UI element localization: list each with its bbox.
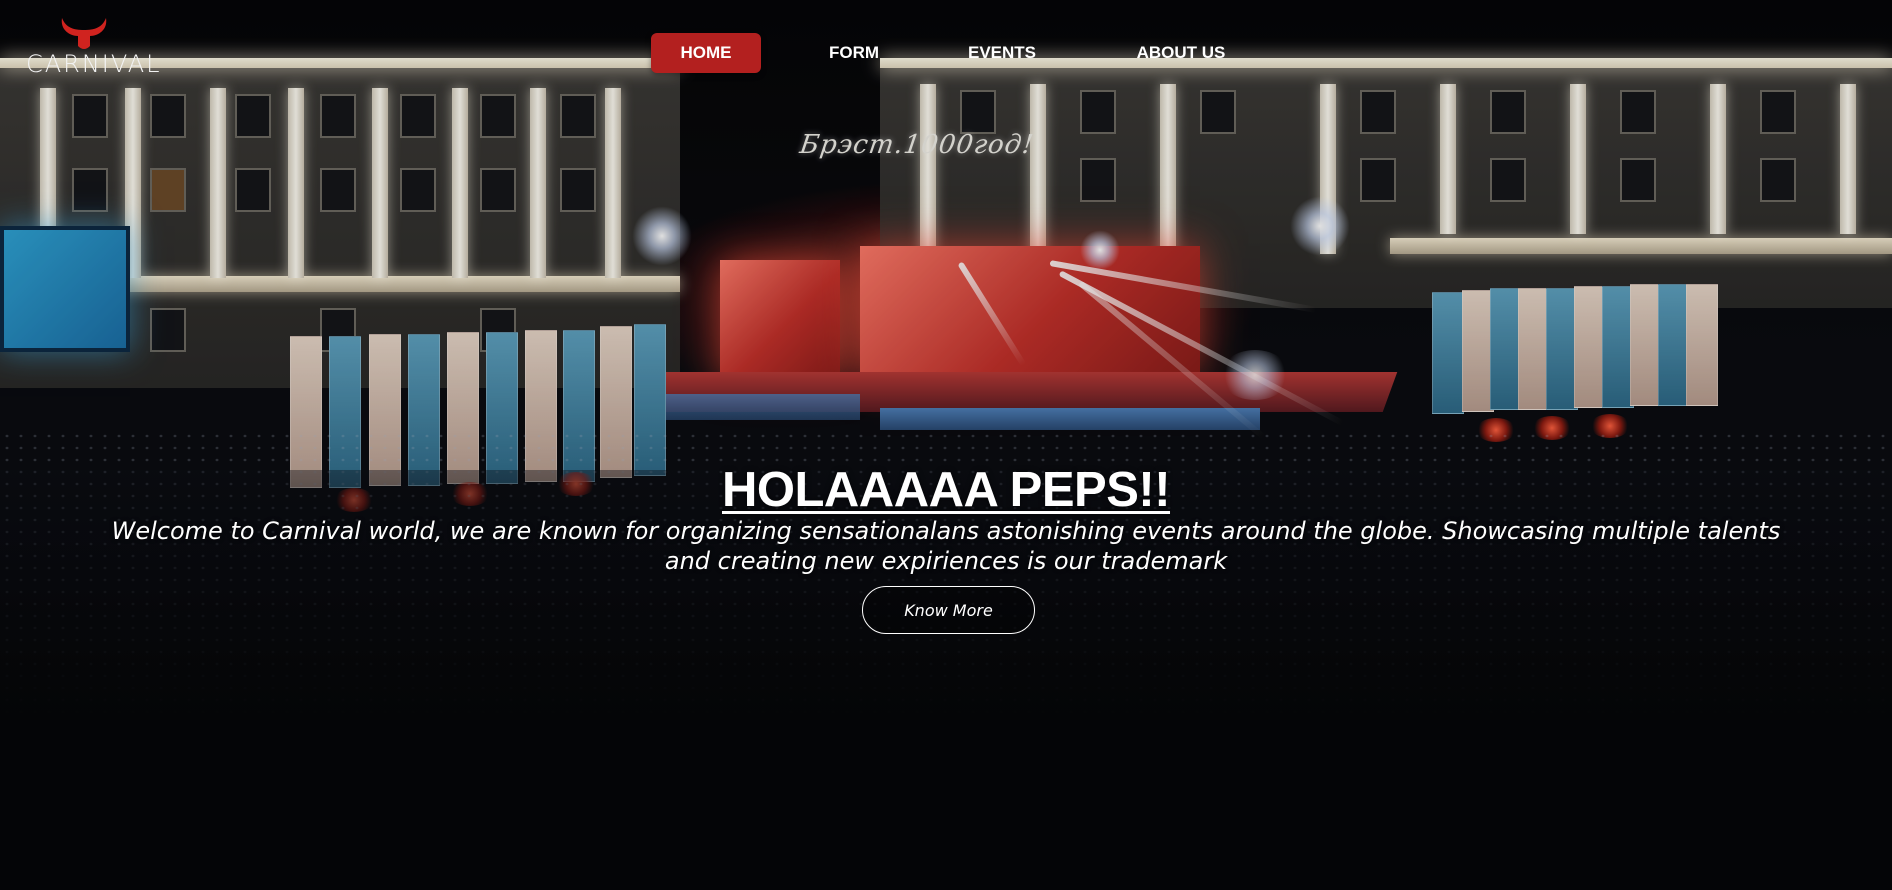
hero-background-image: Брэст.1000год!	[0, 0, 1892, 890]
carnival-logo[interactable]: CARNIVAL	[26, 16, 162, 80]
bull-horns-icon	[61, 18, 107, 49]
nav-about-us[interactable]: ABOUT US	[1121, 33, 1241, 73]
know-more-button[interactable]: Know More	[862, 586, 1035, 634]
nav-home[interactable]: HOME	[651, 33, 761, 73]
nav-form[interactable]: FORM	[799, 33, 909, 73]
hero-description: Welcome to Carnival world, we are known …	[111, 517, 1781, 575]
nav-events[interactable]: EVENTS	[947, 33, 1057, 73]
logo-text: CARNIVAL	[26, 50, 162, 78]
hero-title: HOLAAAAA PEPS!!	[721, 463, 1171, 517]
